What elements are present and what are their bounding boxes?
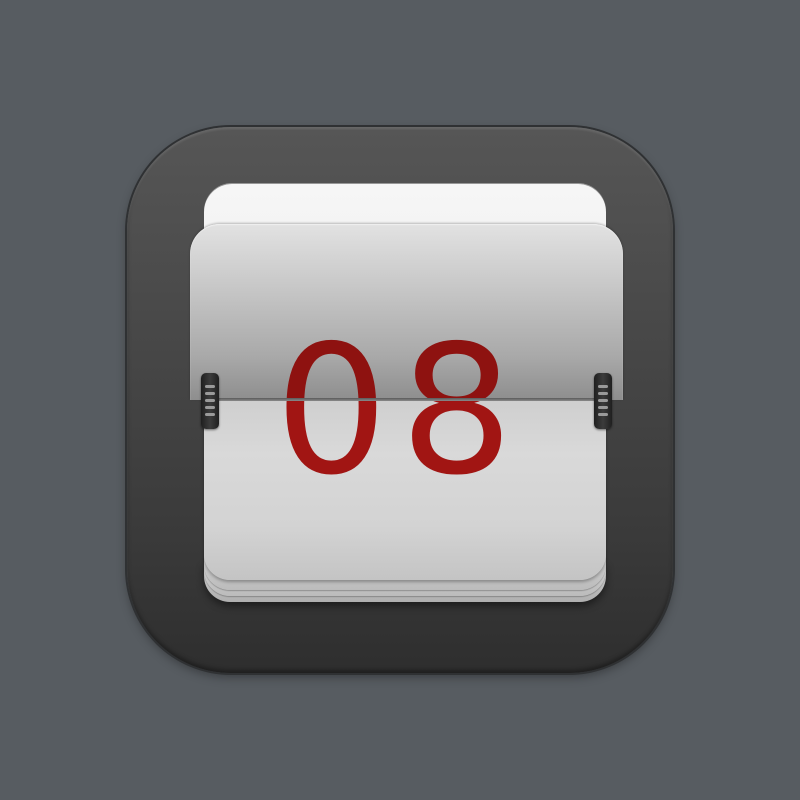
right-hinge-icon bbox=[594, 373, 612, 429]
canvas: 08 08 bbox=[0, 0, 800, 800]
hinge-line bbox=[201, 398, 609, 401]
left-hinge-icon bbox=[201, 373, 219, 429]
flip-clock: 08 08 bbox=[127, 127, 673, 673]
flip-clock-app-icon[interactable]: 08 08 bbox=[127, 127, 673, 673]
